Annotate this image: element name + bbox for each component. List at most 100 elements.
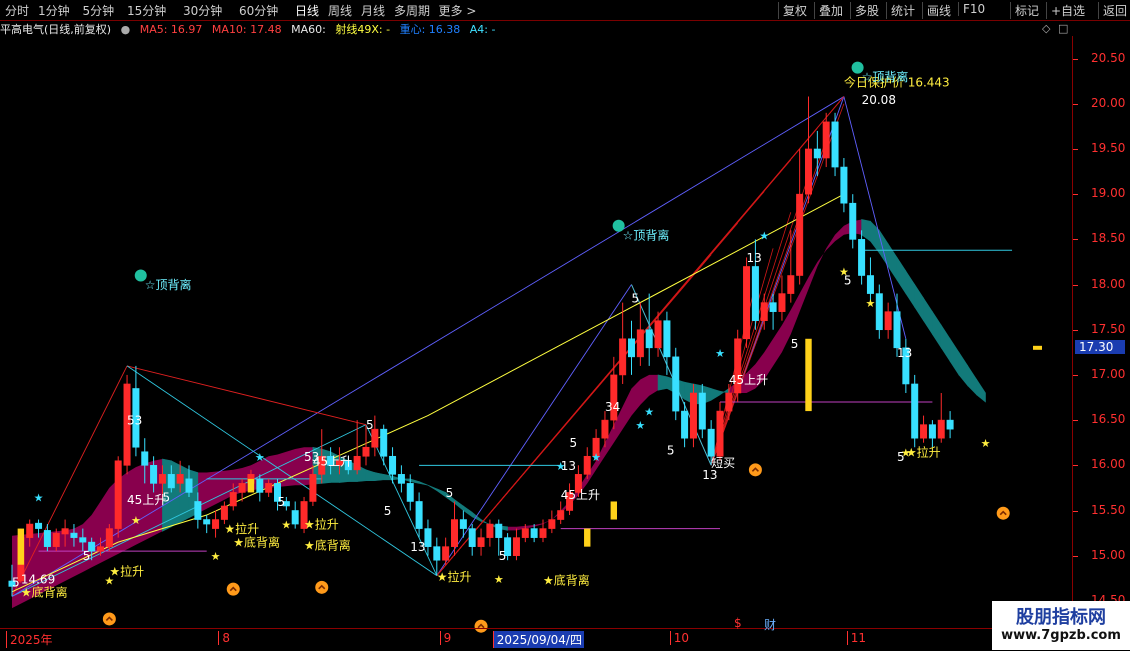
buy-signal-icon xyxy=(226,582,240,596)
candlestick-chart[interactable]: ★★★★★★★★★★★★★★★★★今日保护价 16.44320.0814.69☆… xyxy=(0,0,1130,650)
chart-annotation: 5 xyxy=(499,549,507,563)
candle-body xyxy=(291,510,299,525)
buy-signal-icon xyxy=(102,612,116,626)
price-tick-mark xyxy=(1073,555,1078,557)
candle-body xyxy=(380,428,388,457)
price-tick-mark xyxy=(1073,510,1078,512)
candle-body xyxy=(663,320,671,358)
ma-band-falling-segment xyxy=(870,220,880,254)
chart-annotation: 5 xyxy=(791,337,799,351)
candle-body xyxy=(141,451,149,466)
star-marker: ★ xyxy=(981,437,991,450)
chart-annotation: 5 xyxy=(667,443,675,457)
candle-body xyxy=(26,523,34,538)
chart-annotation: 5 xyxy=(384,504,392,518)
ma-band-falling-segment xyxy=(710,388,721,401)
candle-body xyxy=(627,338,635,358)
candle-body xyxy=(619,338,627,376)
chart-annotation: 13 xyxy=(561,459,576,473)
candle-body xyxy=(751,266,759,322)
candle-body xyxy=(672,356,680,412)
fan-line xyxy=(436,254,712,576)
ma-band-falling-segment xyxy=(427,484,438,492)
star-marker: ★ xyxy=(131,514,141,527)
chart-annotation: 20.08 xyxy=(862,93,896,107)
chart-annotation: 5 xyxy=(570,436,578,450)
star-marker: ★ xyxy=(211,550,221,563)
chart-annotation: 34 xyxy=(605,400,620,414)
ma-band-falling-segment xyxy=(365,469,376,481)
chart-annotation: ★拉升 xyxy=(906,444,941,459)
candle-body xyxy=(858,239,866,276)
chart-annotation: ☆顶背离 xyxy=(623,227,670,242)
ma-band-falling-segment xyxy=(896,256,907,295)
time-tick-label: 9 xyxy=(439,631,451,645)
candle-body xyxy=(928,424,936,439)
event-marker[interactable]: $ xyxy=(734,616,742,630)
time-tick-label: 2025/09/04/四 xyxy=(492,631,584,648)
star-marker: ★ xyxy=(866,297,876,310)
chart-annotation: 13 xyxy=(897,346,912,360)
chart-annotation: 5 xyxy=(632,292,640,306)
star-marker: ★ xyxy=(281,519,291,532)
candle-body xyxy=(176,474,184,484)
trend-line xyxy=(631,284,712,466)
candle-body xyxy=(840,166,848,204)
chart-annotation: 45上升 xyxy=(127,493,166,507)
chart-annotation: ★底背离 xyxy=(543,573,590,588)
ma-band-falling-segment xyxy=(932,310,942,349)
buy-signal-icon xyxy=(315,580,329,594)
watermark-title: 股朋指标网 xyxy=(1016,607,1106,628)
price-tick-label: 16.00 xyxy=(1091,457,1126,472)
chart-annotation: ★底背离 xyxy=(21,584,68,599)
candle-body xyxy=(716,410,724,457)
ma-band-falling-segment xyxy=(923,297,933,336)
candle-body xyxy=(521,528,529,538)
candle-body xyxy=(61,528,69,535)
price-tick-label: 20.50 xyxy=(1091,50,1126,65)
candle-body xyxy=(557,510,565,520)
candle-body xyxy=(194,501,202,520)
price-tick-label: 16.50 xyxy=(1091,412,1126,427)
candle-body xyxy=(220,505,228,520)
highlight-candle xyxy=(610,501,617,520)
ma-band-falling-segment xyxy=(949,337,960,376)
chart-annotation: 53 xyxy=(127,414,142,428)
chart-annotation: 5 xyxy=(162,490,170,504)
candle-body xyxy=(875,293,883,331)
chart-annotation: 45上升 xyxy=(561,488,600,502)
ma-band-falling-segment xyxy=(914,283,924,322)
time-tick-label: 10 xyxy=(669,631,689,645)
price-tick-mark xyxy=(1073,284,1078,286)
candle-body xyxy=(406,483,414,502)
candle-body xyxy=(238,483,246,493)
price-axis: 20.50 20.00 19.50 19.00 18.50 18.00 17.50 17.00… xyxy=(1072,36,1130,628)
candle-body xyxy=(636,329,644,358)
candle-body xyxy=(813,148,821,159)
candle-body xyxy=(911,383,919,439)
candle-body xyxy=(530,528,538,538)
candle-body xyxy=(822,121,830,159)
candle-body xyxy=(212,519,220,529)
chart-annotation: 5 xyxy=(844,274,852,288)
highlight-candle xyxy=(17,528,25,565)
watermark-url: www.7gpzb.com xyxy=(1001,628,1121,643)
price-tick-mark xyxy=(1073,420,1078,422)
candle-body xyxy=(866,275,874,294)
chart-annotation: 13 xyxy=(410,540,425,554)
chart-annotation: ★拉升 xyxy=(224,521,259,536)
price-tick-label: 19.00 xyxy=(1091,186,1126,201)
chart-annotation: ★拉升 xyxy=(304,517,339,532)
candle-body xyxy=(495,523,503,538)
chart-annotation: ☆顶背离 xyxy=(862,69,909,84)
candle-body xyxy=(601,419,609,439)
event-marker[interactable]: 财 xyxy=(764,616,776,633)
candle-body xyxy=(167,474,175,489)
candle-body xyxy=(229,492,237,507)
candle-body xyxy=(583,455,591,475)
candle-body xyxy=(804,148,812,195)
candle-body xyxy=(486,523,494,538)
trend-line xyxy=(126,365,367,426)
chart-annotation: 5 xyxy=(278,495,286,509)
price-tick-label: 18.50 xyxy=(1091,231,1126,246)
